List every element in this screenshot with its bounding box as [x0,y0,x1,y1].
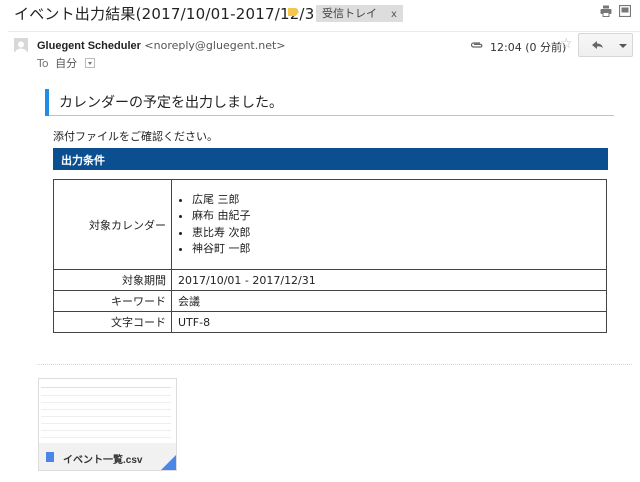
subject-bar: イベント出力結果(2017/10/01-2017/12/31) 受信トレイ x [0,0,640,28]
received-time: 12:04 (0 分前) [490,41,567,54]
paperclip-icon [470,42,483,48]
section-header: 出力条件 [53,148,608,170]
thumbnail-row [41,402,171,403]
list-item: 麻布 由紀子 [192,208,600,225]
table-row: 文字コード UTF-8 [53,311,607,333]
reply-button[interactable] [578,33,615,57]
thumbnail-row [41,423,171,424]
charset-value: UTF-8 [171,311,607,333]
heading-underline [49,115,614,116]
header-divider [8,31,640,32]
table-row: 対象期間 2017/10/01 - 2017/12/31 [53,269,607,291]
heading-accent-bar [45,89,49,116]
attachment-card[interactable]: イベント一覧.csv [38,378,177,471]
open-in-new-window-icon[interactable] [619,5,631,17]
to-label: To [37,57,49,70]
thumbnail-row [41,395,171,396]
table-row: キーワード 会議 [53,290,607,312]
period-value: 2017/10/01 - 2017/12/31 [171,269,607,291]
print-icon[interactable] [600,5,612,17]
period-label: 対象期間 [53,269,172,291]
recipient-line: To 自分 [37,55,95,71]
attachment-footer: イベント一覧.csv [39,443,176,470]
reply-button-group [578,33,633,57]
list-item: 恵比寿 次郎 [192,225,600,242]
intro-text: 添付ファイルをご確認ください。 [53,130,218,143]
inbox-label-text: 受信トレイ [322,7,377,20]
calendar-label: 対象カレンダー [53,179,172,270]
keyword-value: 会議 [171,290,607,312]
more-actions-button[interactable] [614,33,633,57]
sender-line: Gluegent Scheduler <noreply@gluegent.net… [37,39,286,52]
sender-email: <noreply@gluegent.net> [144,39,286,52]
thumbnail-row [41,416,171,417]
attachment-preview-thumbnail[interactable] [39,379,176,443]
reply-icon [592,41,603,49]
show-details-icon[interactable] [84,58,95,68]
email-subject: イベント出力結果(2017/10/01-2017/12/31) [14,5,331,23]
fold-corner-icon [161,455,176,470]
list-item: 広尾 三郎 [192,192,600,209]
sender-name[interactable]: Gluegent Scheduler [37,40,141,52]
calendar-list: 広尾 三郎 麻布 由紀子 恵比寿 次郎 神谷町 一郎 [178,192,600,258]
heading-text: カレンダーの予定を出力しました。 [59,95,283,111]
thumbnail-row [41,387,171,388]
avatar[interactable] [14,38,28,52]
star-icon[interactable]: ☆ [560,36,573,52]
remove-label-button[interactable]: x [391,9,397,20]
recipient-value: 自分 [55,57,78,70]
document-icon [46,452,54,462]
table-row: 対象カレンダー 広尾 三郎 麻布 由紀子 恵比寿 次郎 神谷町 一郎 [53,179,607,270]
conditions-table: 対象カレンダー 広尾 三郎 麻布 由紀子 恵比寿 次郎 神谷町 一郎 対象期間 … [53,179,607,333]
thumbnail-row [41,430,171,431]
thumbnail-row [41,409,171,410]
charset-label: 文字コード [53,311,172,333]
attachment-divider [37,364,632,365]
inbox-label-chip[interactable]: 受信トレイ x [316,5,403,22]
body-heading: カレンダーの予定を出力しました。 [45,89,614,116]
list-item: 神谷町 一郎 [192,241,600,258]
keyword-label: キーワード [53,290,172,312]
section-title: 出力条件 [61,155,105,167]
attachment-filename[interactable]: イベント一覧.csv [63,451,142,466]
calendar-list-cell: 広尾 三郎 麻布 由紀子 恵比寿 次郎 神谷町 一郎 [171,179,607,270]
thumbnail-row [41,437,171,438]
person-icon [15,41,27,52]
